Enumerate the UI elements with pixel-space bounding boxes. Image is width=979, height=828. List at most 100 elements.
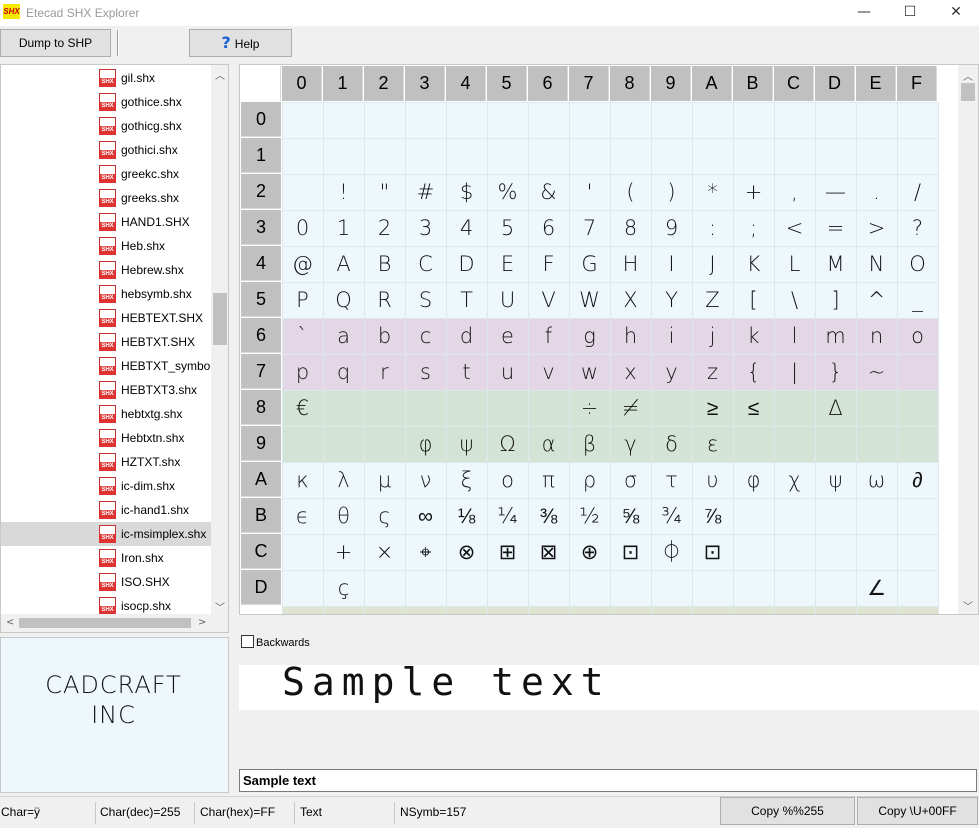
glyph-cell[interactable] [282, 138, 323, 174]
glyph-cell[interactable]: χ [774, 462, 815, 498]
glyph-cell[interactable] [733, 426, 774, 462]
glyph-cell[interactable]: ( [610, 174, 651, 210]
glyph-cell[interactable]: ⊕ [569, 534, 610, 570]
glyph-cell[interactable] [815, 570, 856, 606]
glyph-cell[interactable]: Y [651, 282, 692, 318]
glyph-cell[interactable]: h [610, 318, 651, 354]
glyph-cell[interactable]: " [364, 174, 405, 210]
glyph-cell[interactable] [774, 498, 815, 534]
glyph-cell[interactable]: z [692, 354, 733, 390]
glyph-cell[interactable]: 4 [446, 210, 487, 246]
glyph-cell[interactable] [364, 426, 405, 462]
glyph-cell[interactable]: ω [856, 462, 897, 498]
glyph-cell[interactable]: ⊞ [487, 534, 528, 570]
glyph-cell[interactable] [364, 390, 405, 426]
copy-unicode-button[interactable]: Copy \U+00FF [857, 797, 978, 825]
glyph-cell[interactable] [446, 138, 487, 174]
glyph-cell[interactable]: m [815, 318, 856, 354]
glyph-cell[interactable]: s [405, 354, 446, 390]
maximize-button[interactable]: ☐ [887, 0, 933, 26]
glyph-cell[interactable]: ½ [569, 498, 610, 534]
glyph-cell[interactable]: I [651, 246, 692, 282]
glyph-cell[interactable] [364, 570, 405, 606]
scroll-up-arrow-icon[interactable]: ︿ [215, 67, 225, 82]
glyph-cell[interactable]: y [651, 354, 692, 390]
glyph-cell[interactable] [405, 390, 446, 426]
glyph-cell[interactable] [487, 102, 528, 138]
glyph-cell[interactable]: ⅞ [692, 498, 733, 534]
glyph-cell[interactable]: ο [487, 462, 528, 498]
glyph-cell[interactable]: ¾ [651, 498, 692, 534]
glyph-cell[interactable]: ψ [815, 462, 856, 498]
glyph-cell[interactable] [897, 570, 938, 606]
glyph-cell[interactable]: ⅜ [528, 498, 569, 534]
glyph-cell[interactable] [774, 390, 815, 426]
glyph-cell[interactable] [897, 354, 938, 390]
grid-scroll-down-arrow-icon[interactable]: ﹀ [963, 598, 973, 613]
file-list-hscroll-thumb[interactable] [19, 618, 191, 628]
sample-text-input[interactable]: Sample text [239, 769, 977, 792]
glyph-cell[interactable] [897, 534, 938, 570]
glyph-cell[interactable]: b [364, 318, 405, 354]
file-item[interactable]: SHX HEBTXT.SHX [1, 330, 213, 354]
glyph-cell[interactable]: ⊠ [528, 534, 569, 570]
glyph-cell[interactable] [364, 138, 405, 174]
glyph-cell[interactable] [282, 174, 323, 210]
glyph-cell[interactable] [897, 138, 938, 174]
glyph-cell[interactable]: ÷ [569, 390, 610, 426]
file-item[interactable]: SHX Hebtxtn.shx [1, 426, 213, 450]
glyph-cell[interactable]: V [528, 282, 569, 318]
glyph-cell[interactable]: * [692, 174, 733, 210]
glyph-cell[interactable]: α [528, 426, 569, 462]
glyph-cell[interactable]: ¼ [487, 498, 528, 534]
file-item[interactable]: SHX ISO.SHX [1, 570, 213, 594]
glyph-cell[interactable]: w [569, 354, 610, 390]
glyph-cell[interactable]: J [692, 246, 733, 282]
glyph-cell[interactable]: ≠ [610, 390, 651, 426]
glyph-cell[interactable]: f [528, 318, 569, 354]
glyph-cell[interactable] [815, 102, 856, 138]
glyph-cell[interactable] [897, 390, 938, 426]
glyph-cell[interactable]: d [446, 318, 487, 354]
glyph-cell[interactable]: ⏀ [651, 534, 692, 570]
glyph-cell[interactable]: t [446, 354, 487, 390]
glyph-cell[interactable] [282, 534, 323, 570]
grid-scroll-up-arrow-icon[interactable]: ︿ [963, 68, 973, 83]
file-item[interactable]: SHX hebsymb.shx [1, 282, 213, 306]
glyph-cell[interactable]: S [405, 282, 446, 318]
glyph-cell[interactable]: Ω [487, 426, 528, 462]
glyph-cell[interactable] [692, 570, 733, 606]
glyph-cell[interactable]: T [446, 282, 487, 318]
close-button[interactable]: ✕ [933, 0, 979, 26]
file-item[interactable]: SHX hebtxtg.shx [1, 402, 213, 426]
glyph-cell[interactable]: — [815, 174, 856, 210]
backwards-option[interactable]: Backwards [241, 635, 310, 649]
glyph-cell[interactable]: M [815, 246, 856, 282]
glyph-cell[interactable]: ⅝ [610, 498, 651, 534]
glyph-cell[interactable] [733, 102, 774, 138]
glyph-cell[interactable]: ⌖ [405, 534, 446, 570]
glyph-cell[interactable]: β [569, 426, 610, 462]
glyph-cell[interactable] [487, 570, 528, 606]
glyph-cell[interactable]: K [733, 246, 774, 282]
glyph-cell[interactable]: ≥ [692, 390, 733, 426]
glyph-cell[interactable] [651, 138, 692, 174]
glyph-cell[interactable] [446, 102, 487, 138]
glyph-cell[interactable]: ϵ [282, 498, 323, 534]
glyph-cell[interactable]: F [528, 246, 569, 282]
file-item[interactable]: SHX gil.shx [1, 66, 213, 90]
glyph-cell[interactable]: % [487, 174, 528, 210]
glyph-cell[interactable]: ∞ [405, 498, 446, 534]
glyph-cell[interactable]: δ [651, 426, 692, 462]
scroll-down-arrow-icon[interactable]: ﹀ [215, 599, 225, 614]
glyph-cell[interactable] [323, 138, 364, 174]
glyph-cell[interactable]: < [774, 210, 815, 246]
glyph-cell[interactable]: Z [692, 282, 733, 318]
glyph-cell[interactable] [897, 426, 938, 462]
glyph-cell[interactable] [733, 570, 774, 606]
glyph-cell[interactable] [446, 570, 487, 606]
file-item[interactable]: SHX Heb.shx [1, 234, 213, 258]
glyph-cell[interactable] [528, 102, 569, 138]
glyph-cell[interactable]: ∠ [856, 570, 897, 606]
glyph-cell[interactable]: G [569, 246, 610, 282]
